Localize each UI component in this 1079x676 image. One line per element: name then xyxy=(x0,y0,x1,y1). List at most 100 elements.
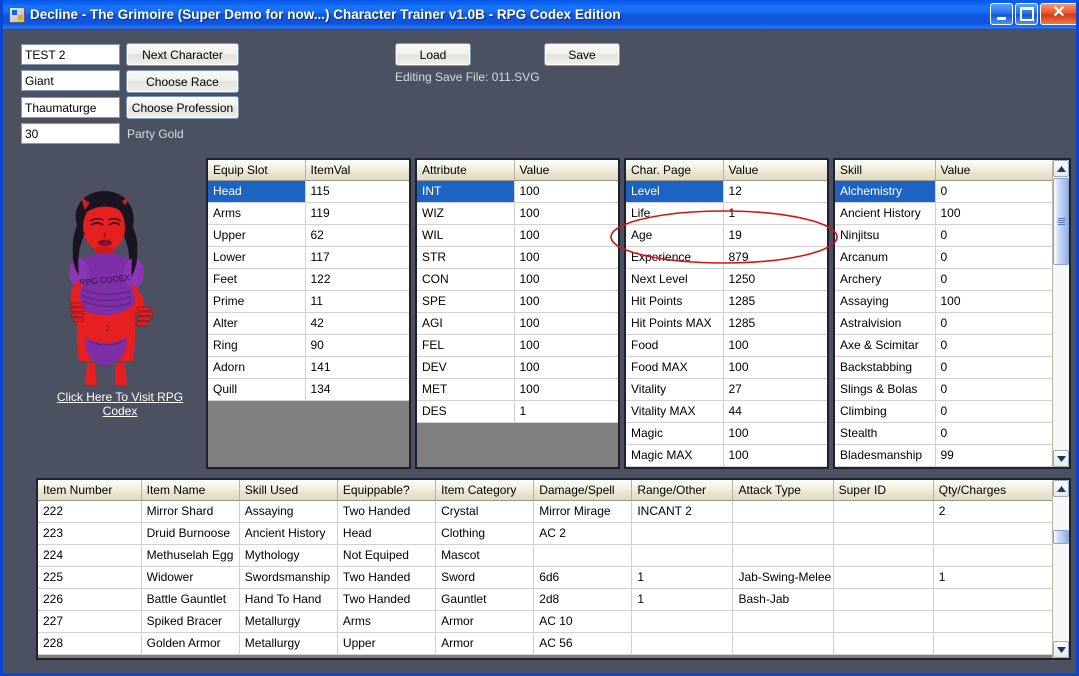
table-cell[interactable] xyxy=(833,500,934,523)
table-cell[interactable]: Not Equiped xyxy=(337,544,437,567)
table-row[interactable]: FEL 100 xyxy=(417,334,618,357)
table-cell[interactable]: Stealth xyxy=(835,422,936,445)
table-cell[interactable]: Archery xyxy=(835,268,936,291)
scroll-up-arrow-icon[interactable] xyxy=(1053,160,1069,177)
scrollbar-thumb[interactable] xyxy=(1053,530,1069,544)
table-cell[interactable]: 11 xyxy=(305,290,409,313)
table-row[interactable]: DES 1 xyxy=(417,400,618,423)
table-cell[interactable]: Lower xyxy=(208,246,306,269)
table-cell[interactable]: Methuselah Egg xyxy=(141,544,240,567)
rpg-codex-link[interactable]: Click Here To Visit RPG Codex xyxy=(42,390,198,418)
scroll-down-arrow-icon[interactable] xyxy=(1053,450,1069,467)
table-cell[interactable]: 141 xyxy=(305,356,409,379)
table-cell[interactable]: INT xyxy=(417,180,515,203)
table-row[interactable]: Bladesmanship 99 xyxy=(835,444,1057,467)
table-row[interactable]: Food 100 xyxy=(626,334,827,357)
table-cell[interactable]: INCANT 2 xyxy=(631,500,734,523)
table-cell[interactable]: Clothing xyxy=(435,522,535,545)
table-cell[interactable]: 100 xyxy=(723,444,827,467)
item-inventory-grid[interactable]: Item Number Item Name Skill Used Equippable… xyxy=(36,478,1071,660)
table-row[interactable]: 228 Golden Armor Metallurgy Upper Armor AC 56 xyxy=(38,632,1057,655)
table-cell[interactable]: Upper xyxy=(337,632,437,655)
table-cell[interactable]: 62 xyxy=(305,224,409,247)
save-button[interactable]: Save xyxy=(544,43,620,66)
table-cell[interactable]: 100 xyxy=(935,202,1057,225)
table-cell[interactable]: 100 xyxy=(514,246,618,269)
table-cell[interactable]: 226 xyxy=(38,588,142,611)
table-cell[interactable]: Food xyxy=(626,334,724,357)
table-cell[interactable]: Head xyxy=(208,180,306,203)
table-cell[interactable]: WIL xyxy=(417,224,515,247)
table-row[interactable]: Magic MAX 100 xyxy=(626,444,827,467)
table-cell[interactable]: AC 56 xyxy=(533,632,633,655)
table-cell[interactable]: 1 xyxy=(933,566,1057,589)
table-cell[interactable] xyxy=(732,522,834,545)
table-cell[interactable]: Hit Points xyxy=(626,290,724,313)
table-cell[interactable]: 1285 xyxy=(723,290,827,313)
table-cell[interactable]: FEL xyxy=(417,334,515,357)
column-header[interactable]: Value xyxy=(935,160,1057,181)
table-row[interactable]: Backstabbing 0 xyxy=(835,356,1057,379)
table-cell[interactable]: 100 xyxy=(514,312,618,335)
column-header[interactable]: Value xyxy=(723,160,827,181)
table-row[interactable]: WIL 100 xyxy=(417,224,618,247)
table-cell[interactable]: 134 xyxy=(305,378,409,401)
column-header[interactable]: Value xyxy=(514,160,618,181)
table-cell[interactable]: Experience xyxy=(626,246,724,269)
next-character-button[interactable]: Next Character xyxy=(126,43,239,66)
table-row[interactable]: Food MAX 100 xyxy=(626,356,827,379)
table-cell[interactable]: 0 xyxy=(935,224,1057,247)
table-cell[interactable]: Ring xyxy=(208,334,306,357)
table-row[interactable]: Ring 90 xyxy=(208,334,409,357)
table-cell[interactable]: Ancient History xyxy=(239,522,338,545)
party-gold-input[interactable]: 30 xyxy=(21,123,120,144)
scrollbar-thumb[interactable] xyxy=(1053,178,1069,265)
column-header[interactable]: Qty/Charges xyxy=(933,480,1057,501)
table-row[interactable]: 227 Spiked Bracer Metallurgy Arms Armor AC 10 xyxy=(38,610,1057,633)
table-cell[interactable]: 0 xyxy=(935,356,1057,379)
table-cell[interactable]: 0 xyxy=(935,268,1057,291)
table-cell[interactable] xyxy=(631,522,734,545)
table-cell[interactable]: DEV xyxy=(417,356,515,379)
column-header[interactable]: Attack Type xyxy=(732,480,834,501)
table-cell[interactable]: Arms xyxy=(337,610,437,633)
table-cell[interactable]: DES xyxy=(417,400,515,423)
table-cell[interactable]: Mythology xyxy=(239,544,338,567)
table-cell[interactable] xyxy=(631,544,734,567)
table-row[interactable]: Arcanum 0 xyxy=(835,246,1057,269)
table-cell[interactable]: 0 xyxy=(935,334,1057,357)
table-cell[interactable]: Quill xyxy=(208,378,306,401)
table-row[interactable]: Ancient History 100 xyxy=(835,202,1057,225)
table-cell[interactable]: 228 xyxy=(38,632,142,655)
table-cell[interactable]: 879 xyxy=(723,246,827,269)
table-cell[interactable]: AC 2 xyxy=(533,522,633,545)
table-row[interactable]: Prime 11 xyxy=(208,290,409,313)
table-cell[interactable] xyxy=(732,500,834,523)
table-cell[interactable]: AGI xyxy=(417,312,515,335)
table-cell[interactable]: Vitality xyxy=(626,378,724,401)
table-cell[interactable]: 6d6 xyxy=(533,566,633,589)
table-cell[interactable]: 225 xyxy=(38,566,142,589)
skill-grid-scrollbar[interactable] xyxy=(1052,160,1069,467)
maximize-button[interactable] xyxy=(1015,3,1038,25)
table-cell[interactable] xyxy=(833,588,934,611)
table-row[interactable]: Climbing 0 xyxy=(835,400,1057,423)
table-row[interactable]: Next Level 1250 xyxy=(626,268,827,291)
choose-race-button[interactable]: Choose Race xyxy=(126,70,239,93)
table-cell[interactable]: SPE xyxy=(417,290,515,313)
table-row[interactable]: Alter 42 xyxy=(208,312,409,335)
column-header[interactable]: Skill Used xyxy=(239,480,338,501)
table-cell[interactable]: 12 xyxy=(723,180,827,203)
table-row[interactable]: Astralvision 0 xyxy=(835,312,1057,335)
table-cell[interactable]: Mascot xyxy=(435,544,535,567)
column-header[interactable]: ItemVal xyxy=(305,160,409,181)
table-cell[interactable]: Bash-Jab xyxy=(732,588,834,611)
table-row[interactable]: 222 Mirror Shard Assaying Two Handed Crystal… xyxy=(38,500,1057,523)
column-header[interactable]: Item Number xyxy=(38,480,142,501)
table-cell[interactable]: Food MAX xyxy=(626,356,724,379)
table-cell[interactable]: STR xyxy=(417,246,515,269)
table-row[interactable]: MET 100 xyxy=(417,378,618,401)
table-cell[interactable] xyxy=(533,544,633,567)
table-cell[interactable] xyxy=(833,610,934,633)
table-cell[interactable] xyxy=(833,522,934,545)
